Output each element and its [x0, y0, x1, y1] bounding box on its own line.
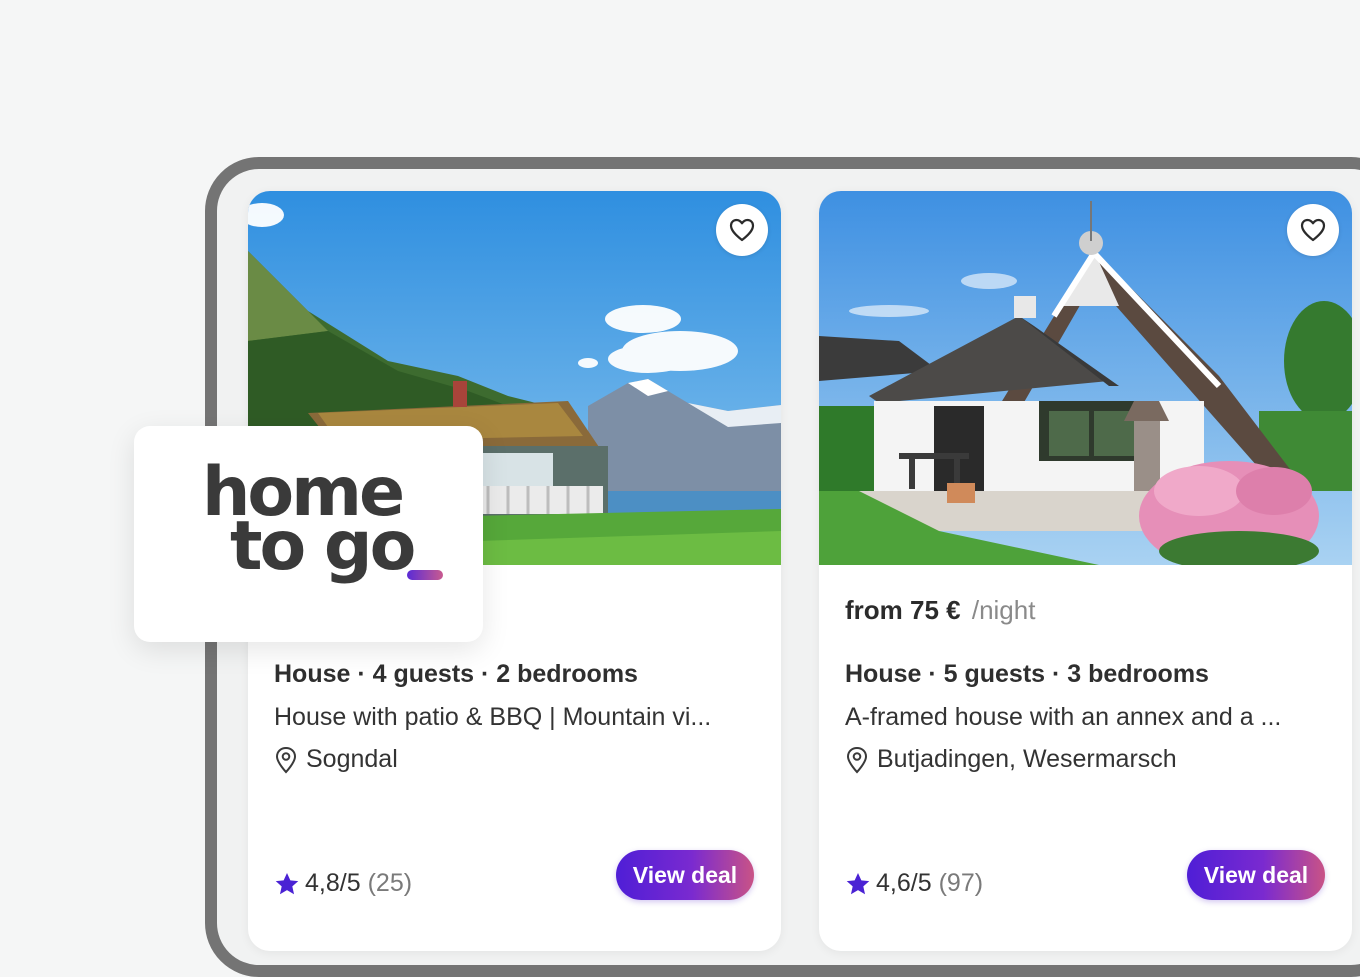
- listing-card[interactable]: from 75 € /night House · 5 guests · 3 be…: [819, 191, 1352, 951]
- logo-cursor-bar: [407, 570, 443, 580]
- view-deal-button[interactable]: View deal: [616, 850, 754, 900]
- hometogo-logo-card: home to go: [134, 426, 483, 642]
- listing-photo-a-frame-house[interactable]: [819, 191, 1352, 565]
- location-pin-icon: [274, 746, 300, 774]
- logo-word-to-go: to go: [230, 507, 416, 586]
- rating-value: 4,6/5: [876, 869, 932, 897]
- listing-details: from 75 € /night House · 5 guests · 3 be…: [819, 565, 1352, 951]
- heart-outline-icon: [1300, 218, 1326, 242]
- review-count: (25): [367, 869, 413, 897]
- star-icon: [274, 871, 300, 897]
- listing-location: Sogndal: [274, 745, 398, 774]
- listing-location: Butjadingen, Wesermarsch: [845, 745, 1177, 774]
- listing-description: A-framed house with an annex and a ...: [845, 703, 1282, 731]
- hometogo-logo: home to go: [202, 459, 416, 586]
- listing-title: House · 4 guests · 2 bedrooms: [274, 660, 638, 688]
- price: from 75 €: [845, 595, 961, 625]
- favorite-button[interactable]: [1287, 204, 1339, 256]
- favorite-button[interactable]: [716, 204, 768, 256]
- rating-value: 4,8/5: [305, 869, 361, 897]
- location-pin-icon: [845, 746, 871, 774]
- location-text: Sogndal: [306, 745, 398, 773]
- review-count: (97): [938, 869, 984, 897]
- location-text: Butjadingen, Wesermarsch: [877, 745, 1177, 773]
- heart-outline-icon: [729, 218, 755, 242]
- rating: 4,6/5 (97): [845, 869, 983, 898]
- listing-title: House · 5 guests · 3 bedrooms: [845, 660, 1209, 688]
- listing-description: House with patio & BBQ | Mountain vi...: [274, 703, 712, 731]
- rating: 4,8/5 (25): [274, 869, 412, 898]
- star-icon: [845, 871, 871, 897]
- per-night-label: /night: [971, 595, 1036, 625]
- price-line: from 75 € /night: [845, 595, 1035, 626]
- view-deal-button[interactable]: View deal: [1187, 850, 1325, 900]
